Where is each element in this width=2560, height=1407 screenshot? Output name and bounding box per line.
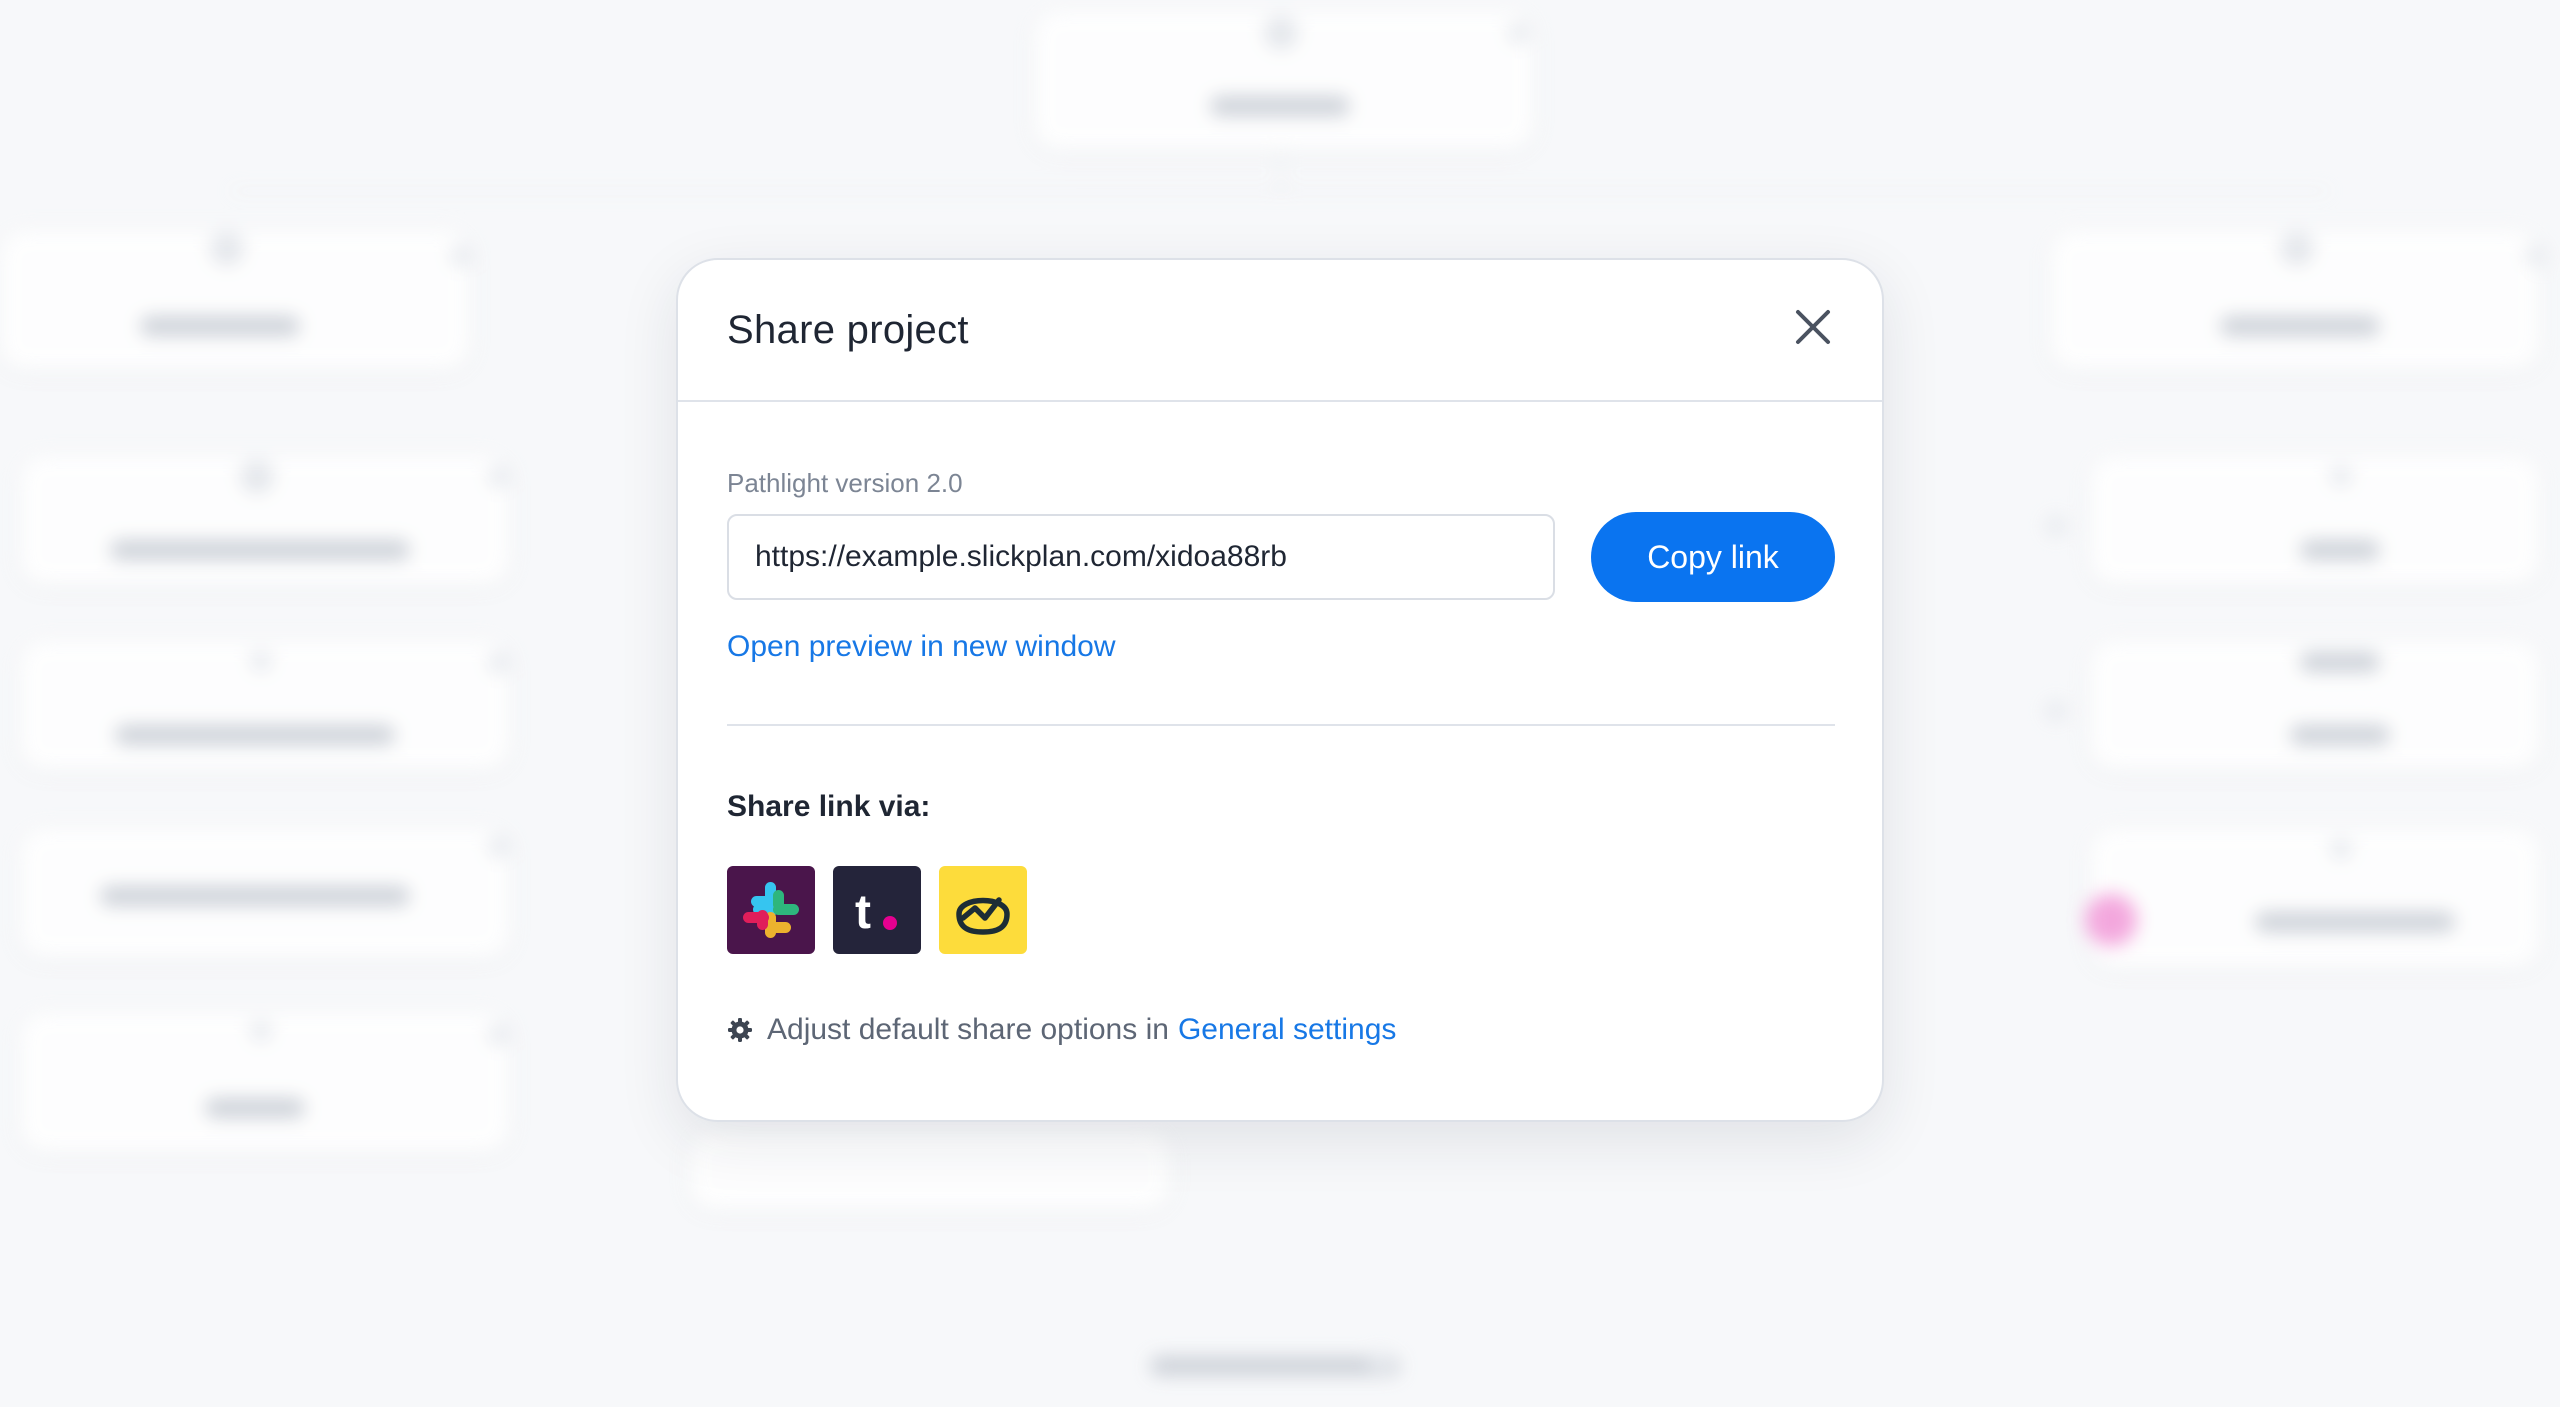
settings-hint-text: Adjust default share options in — [767, 1013, 1169, 1046]
toggl-icon: t — [855, 886, 897, 939]
modal-header: Share project — [678, 260, 1882, 402]
basecamp-icon — [956, 897, 1010, 935]
version-label: Pathlight version 2.0 — [727, 468, 963, 498]
copy-link-button[interactable]: Copy link — [1591, 512, 1835, 602]
share-toggl-button[interactable]: t — [833, 866, 921, 954]
close-button[interactable] — [1788, 302, 1838, 352]
general-settings-link[interactable]: General settings — [1178, 1013, 1396, 1047]
share-via-label: Share link via: — [727, 790, 931, 823]
share-slack-button[interactable] — [727, 866, 815, 954]
open-preview-link[interactable]: Open preview in new window — [727, 630, 1116, 664]
slack-icon — [743, 882, 799, 938]
divider — [727, 724, 1835, 726]
gear-icon — [728, 1018, 752, 1042]
share-basecamp-button[interactable] — [939, 866, 1027, 954]
modal-title: Share project — [727, 308, 969, 352]
share-url-input[interactable] — [727, 514, 1555, 600]
share-project-modal: Share project Pathlight version 2.0 Copy… — [676, 258, 1884, 1122]
settings-hint-row: Adjust default share options in General … — [727, 1010, 1396, 1050]
svg-text:t: t — [855, 886, 871, 939]
close-icon — [1796, 310, 1830, 344]
